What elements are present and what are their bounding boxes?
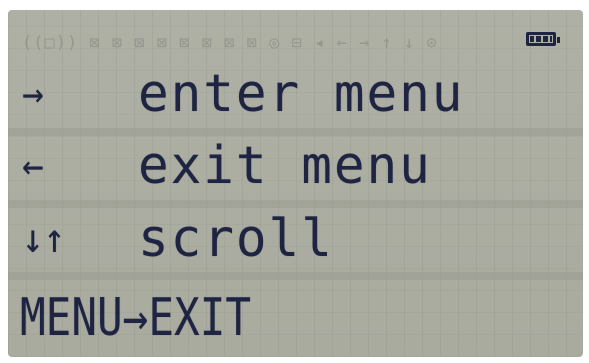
row-label-enter-menu: enter menu: [138, 64, 465, 124]
row-label-exit-menu: exit menu: [138, 136, 432, 196]
inactive-status-segments: ((□)) ⊠ ⊠ ⊠ ⊠ ⊠ ⊠ ⊠ ⊠ ◎ ⊟ ◂ ← → ↑ ↓ ⊙: [22, 33, 438, 53]
menu-row-enter: → enter menu: [22, 65, 570, 123]
row-divider: [8, 128, 583, 136]
battery-icon: [526, 32, 560, 46]
footer-hint: MENU→EXIT: [20, 288, 252, 348]
right-arrow-icon: →: [22, 71, 44, 117]
row-label-scroll: scroll: [138, 209, 334, 269]
row-divider: [8, 200, 583, 208]
up-down-arrows-icon: ↓↑: [22, 216, 66, 262]
menu-row-scroll: ↓↑ scroll: [22, 210, 570, 268]
status-bar: ((□)) ⊠ ⊠ ⊠ ⊠ ⊠ ⊠ ⊠ ⊠ ◎ ⊟ ◂ ← → ↑ ↓ ⊙: [22, 30, 570, 56]
left-arrow-icon: ←: [22, 143, 44, 189]
menu-row-exit: ← exit menu: [22, 137, 570, 195]
row-divider: [8, 272, 583, 280]
lcd-screen: ((□)) ⊠ ⊠ ⊠ ⊠ ⊠ ⊠ ⊠ ⊠ ◎ ⊟ ◂ ← → ↑ ↓ ⊙ → …: [8, 10, 583, 357]
